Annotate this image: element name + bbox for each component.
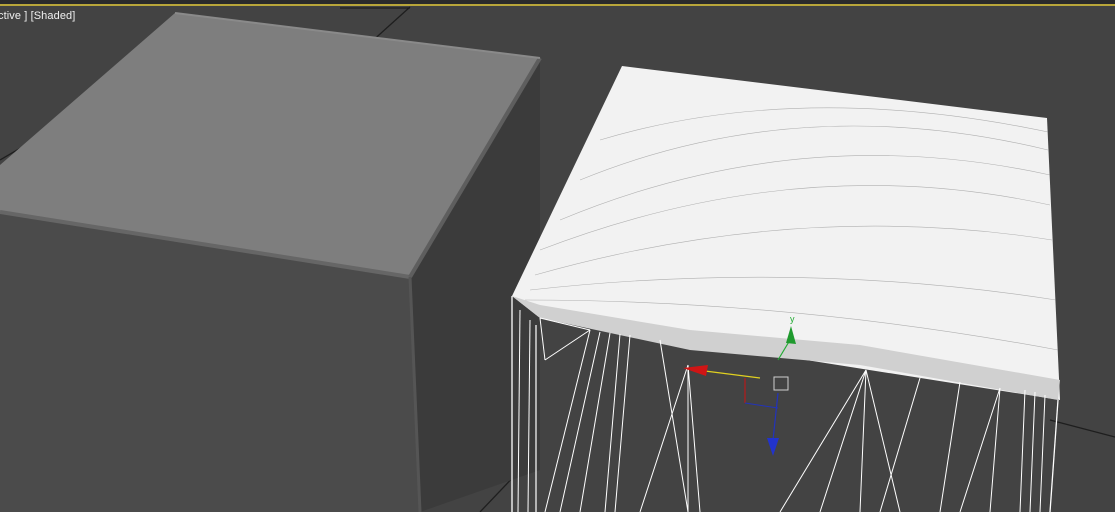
viewport-scene[interactable]: y (0, 0, 1115, 512)
shaded-box[interactable] (0, 12, 542, 512)
viewport-view-label[interactable]: ctive ] (0, 10, 27, 22)
wireframe-box[interactable] (511, 66, 1060, 512)
gizmo-x-axis[interactable] (683, 365, 761, 403)
perspective-viewport[interactable]: y ctive ] [Shaded] (0, 0, 1115, 512)
gizmo-z-axis[interactable] (744, 392, 779, 456)
viewport-label[interactable]: ctive ] [Shaded] (0, 10, 75, 22)
gizmo-center-handle[interactable] (773, 376, 789, 391)
gizmo-y-label: y (790, 314, 795, 324)
viewport-shading-label[interactable]: [Shaded] (31, 10, 76, 22)
